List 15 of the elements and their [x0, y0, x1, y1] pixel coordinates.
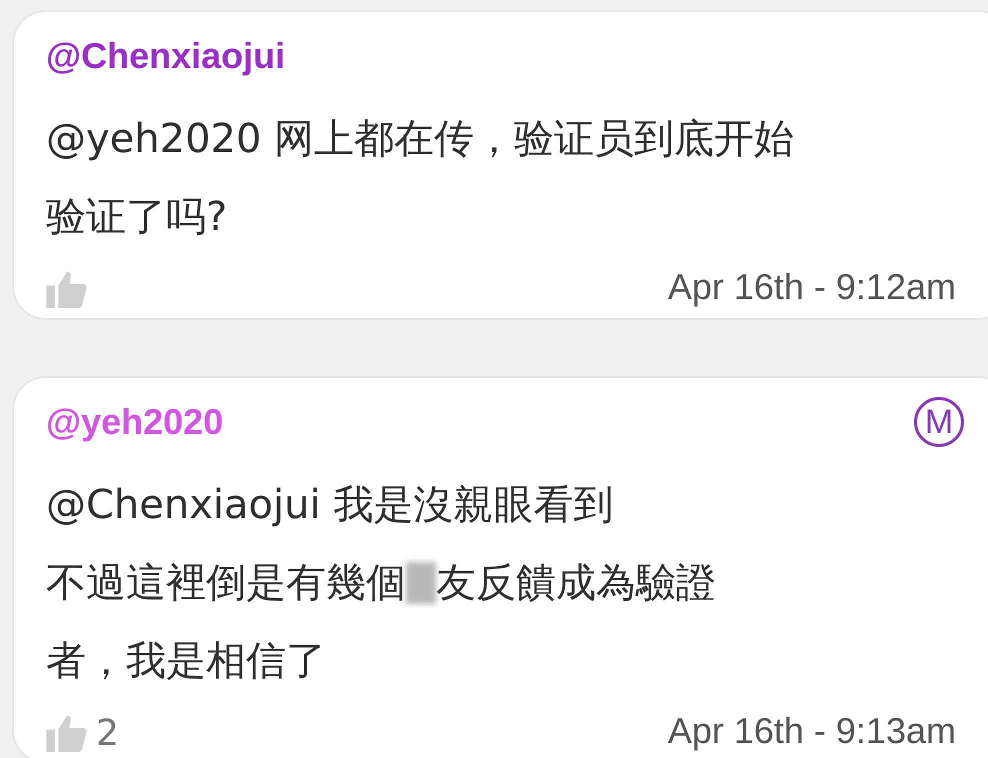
comment-text: 友反饋成為驗證	[436, 559, 716, 608]
comment-timestamp: Apr 16th - 9:12am	[668, 266, 956, 308]
thumbs-up-icon[interactable]	[46, 714, 88, 752]
comment-text: 验证了吗?	[46, 193, 228, 242]
comment-timestamp: Apr 16th - 9:13am	[668, 710, 956, 752]
like-count: 2	[96, 716, 119, 752]
moderator-badge: M	[914, 397, 964, 447]
comment-text: @Chenxiaojui 我是沒親眼看到	[46, 481, 614, 530]
comment-author[interactable]: @Chenxiaojui	[46, 35, 286, 77]
thumbs-up-icon[interactable]	[46, 270, 88, 308]
comment-text: 者，我是相信了	[46, 637, 326, 686]
comment-text: 不過這裡倒是有幾個	[46, 559, 406, 608]
blurred-character	[406, 562, 436, 604]
comment-author[interactable]: @yeh2020	[46, 401, 224, 443]
comment-text: @yeh2020 网上都在传，验证员到底开始	[46, 115, 794, 164]
